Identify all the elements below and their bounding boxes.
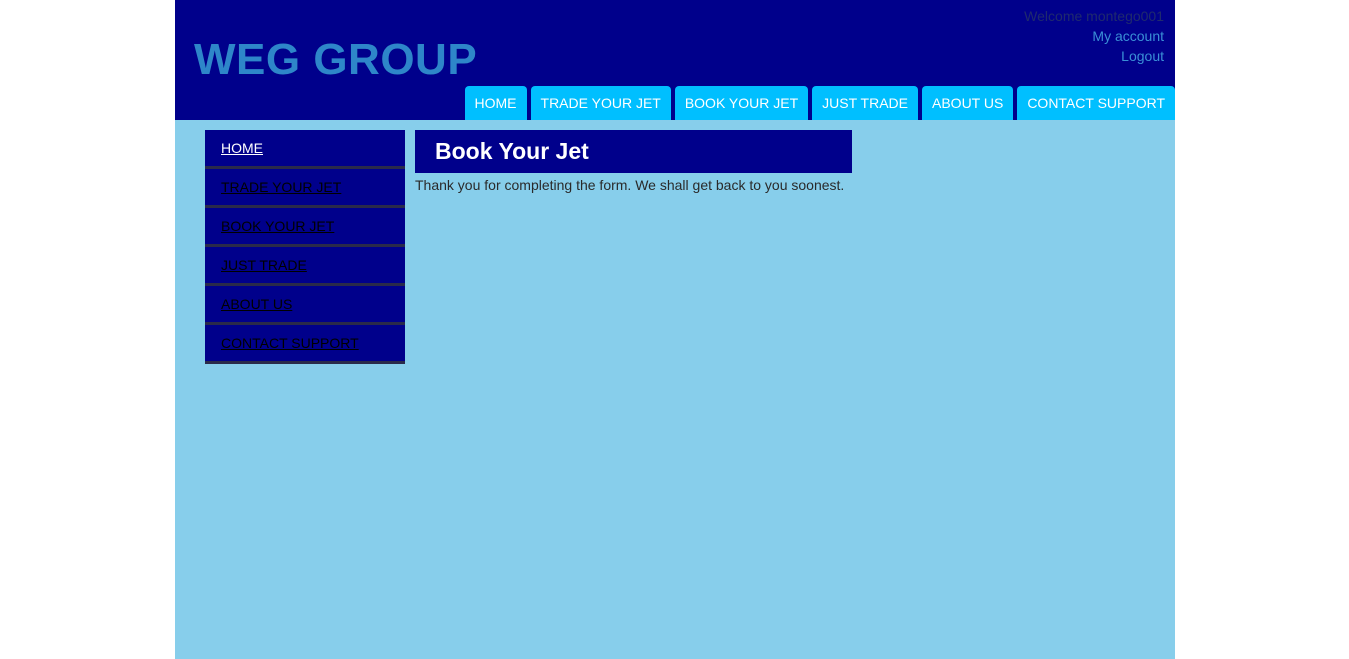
sidebar-item-about-us: ABOUT US xyxy=(205,286,405,325)
top-nav-home[interactable]: HOME xyxy=(464,86,527,120)
site-header: WEG GROUP Welcome montego001 My account … xyxy=(175,0,1175,120)
page-title: Book Your Jet xyxy=(415,130,852,173)
top-nav: HOME TRADE YOUR JET BOOK YOUR JET JUST T… xyxy=(464,86,1175,120)
sidebar-item-book-your-jet: BOOK YOUR JET xyxy=(205,208,405,247)
sidebar-item-home: HOME xyxy=(205,130,405,169)
sidebar-nav: HOME TRADE YOUR JET BOOK YOUR JET JUST T… xyxy=(205,130,405,364)
top-nav-contact-support[interactable]: CONTACT SUPPORT xyxy=(1017,86,1175,120)
user-links: Welcome montego001 My account Logout xyxy=(1024,6,1164,66)
my-account-link[interactable]: My account xyxy=(1024,26,1164,46)
top-nav-trade-your-jet[interactable]: TRADE YOUR JET xyxy=(530,86,671,120)
main-content: Book Your Jet Thank you for completing t… xyxy=(415,130,852,194)
welcome-text: Welcome montego001 xyxy=(1024,8,1164,24)
sidebar-link-just-trade[interactable]: JUST TRADE xyxy=(221,257,307,273)
sidebar-item-just-trade: JUST TRADE xyxy=(205,247,405,286)
page-container: WEG GROUP Welcome montego001 My account … xyxy=(175,0,1175,659)
sidebar-item-trade-your-jet: TRADE YOUR JET xyxy=(205,169,405,208)
top-nav-just-trade[interactable]: JUST TRADE xyxy=(812,86,918,120)
logout-link[interactable]: Logout xyxy=(1024,46,1164,66)
site-logo: WEG GROUP xyxy=(194,35,478,84)
top-nav-book-your-jet[interactable]: BOOK YOUR JET xyxy=(674,86,809,120)
top-nav-about-us[interactable]: ABOUT US xyxy=(922,86,1014,120)
confirmation-message: Thank you for completing the form. We sh… xyxy=(415,177,845,193)
sidebar-link-trade-your-jet[interactable]: TRADE YOUR JET xyxy=(221,179,341,195)
sidebar-link-home[interactable]: HOME xyxy=(221,140,263,156)
sidebar-item-contact-support: CONTACT SUPPORT xyxy=(205,325,405,364)
sidebar-link-book-your-jet[interactable]: BOOK YOUR JET xyxy=(221,218,334,234)
sidebar-link-contact-support[interactable]: CONTACT SUPPORT xyxy=(221,335,359,351)
sidebar-link-about-us[interactable]: ABOUT US xyxy=(221,296,292,312)
